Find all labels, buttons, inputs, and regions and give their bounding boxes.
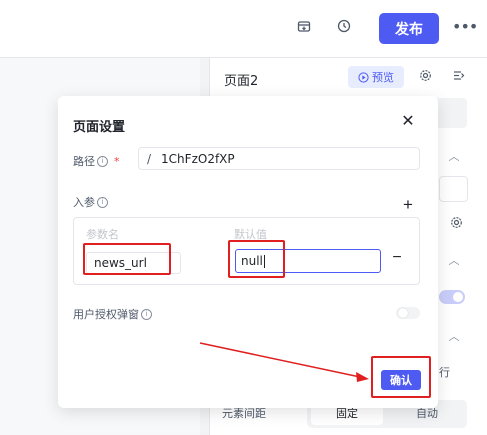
annotation-arrow bbox=[199, 342, 369, 382]
